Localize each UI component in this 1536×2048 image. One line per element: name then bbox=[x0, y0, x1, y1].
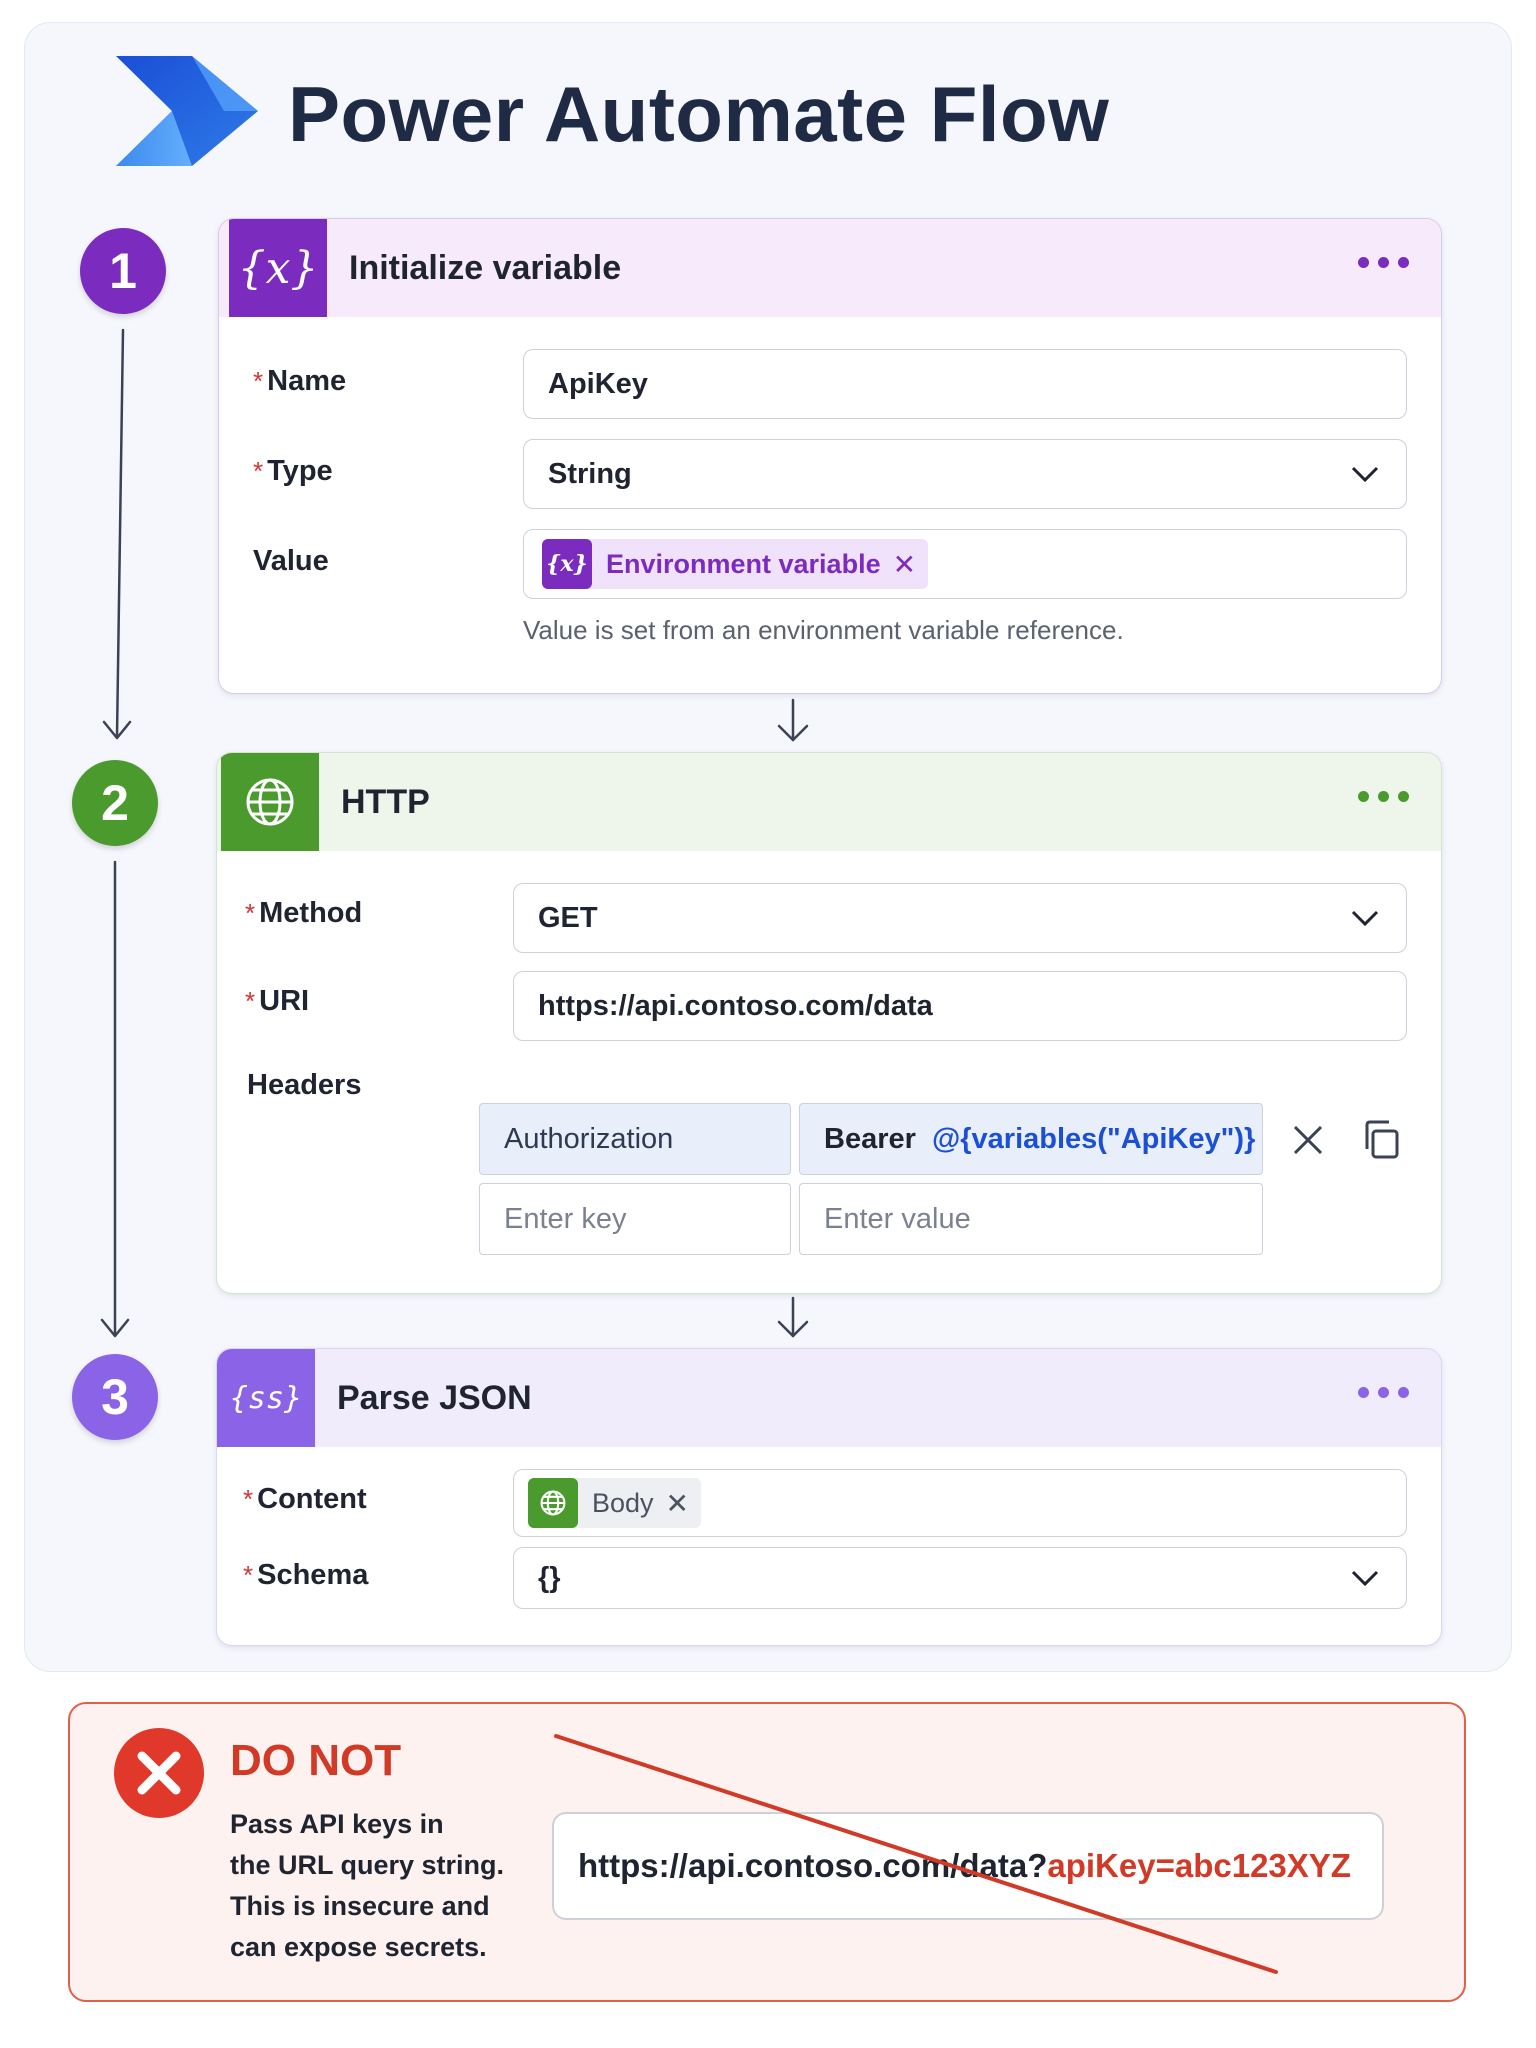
card-header[interactable]: {ss} Parse JSON bbox=[217, 1349, 1441, 1447]
header-value-cell[interactable]: Bearer @{variables("ApiKey")} bbox=[799, 1103, 1263, 1175]
step-number-1: 1 bbox=[80, 228, 166, 314]
environment-variable-token[interactable]: {x} Environment variable ✕ bbox=[542, 539, 929, 589]
step-number-3: 3 bbox=[72, 1354, 158, 1440]
header-key-input[interactable]: Enter key bbox=[479, 1183, 791, 1255]
content-label: * Content bbox=[243, 1483, 367, 1515]
copy-icon[interactable] bbox=[1361, 1119, 1401, 1161]
warning-text: Pass API keys in the URL query string. T… bbox=[230, 1809, 505, 1962]
delete-header-icon[interactable] bbox=[1291, 1123, 1325, 1157]
schema-label: * Schema bbox=[243, 1559, 369, 1591]
method-label: * Method bbox=[245, 897, 363, 929]
uri-label: * URI bbox=[245, 985, 310, 1017]
card-title: Parse JSON bbox=[337, 1378, 532, 1417]
more-options-icon[interactable] bbox=[1358, 1387, 1409, 1398]
http-card[interactable]: HTTP * Method GET * URI https://api.contos… bbox=[216, 752, 1442, 1294]
type-dropdown[interactable]: String bbox=[523, 439, 1407, 509]
chevron-down-icon bbox=[1351, 466, 1379, 483]
chevron-down-icon bbox=[1351, 1570, 1379, 1587]
type-label: * Type bbox=[253, 455, 333, 487]
header-key-cell[interactable]: Authorization bbox=[479, 1103, 791, 1175]
method-dropdown[interactable]: GET bbox=[513, 883, 1407, 953]
headers-label: Headers bbox=[247, 1069, 362, 1101]
parse-json-icon: {ss} bbox=[217, 1349, 315, 1447]
app-title: Power Automate Flow bbox=[288, 70, 1110, 158]
card-header[interactable]: {x} Initialize variable bbox=[219, 219, 1441, 317]
warning-box: DO NOT Pass API keys in the URL query st… bbox=[68, 1702, 1466, 2002]
more-options-icon[interactable] bbox=[1358, 257, 1409, 268]
warning-title: DO NOT bbox=[230, 1736, 402, 1785]
name-field[interactable]: ApiKey bbox=[523, 349, 1407, 419]
uri-field[interactable]: https://api.contoso.com/data bbox=[513, 971, 1407, 1041]
card-header[interactable]: HTTP bbox=[217, 753, 1441, 851]
chevron-down-icon bbox=[1351, 910, 1379, 927]
value-hint: Value is set from an environment variabl… bbox=[523, 615, 1124, 645]
card-title: Initialize variable bbox=[349, 248, 622, 287]
variable-icon: {x} bbox=[542, 539, 592, 589]
step-number-2: 2 bbox=[72, 760, 158, 846]
value-field[interactable]: {x} Environment variable ✕ bbox=[523, 529, 1407, 599]
body-token[interactable]: Body ✕ bbox=[528, 1478, 702, 1528]
expression-token: @{variables("ApiKey")} bbox=[931, 1122, 1256, 1155]
power-automate-logo bbox=[116, 56, 258, 166]
remove-token-icon[interactable]: ✕ bbox=[893, 548, 916, 581]
content-field[interactable]: Body ✕ bbox=[513, 1469, 1407, 1537]
globe-icon bbox=[221, 753, 319, 851]
variable-icon: {x} bbox=[229, 219, 327, 317]
value-label: Value bbox=[253, 545, 329, 577]
initialize-variable-card[interactable]: {x} Initialize variable * Name ApiKey * Ty… bbox=[218, 218, 1442, 694]
more-options-icon[interactable] bbox=[1358, 791, 1409, 802]
header-value-input[interactable]: Enter value bbox=[799, 1183, 1263, 1255]
insecure-url-example: https://api.contoso.com/data? apiKey=abc1… bbox=[552, 1812, 1384, 1920]
name-label: * Name bbox=[253, 365, 347, 397]
globe-icon bbox=[528, 1478, 578, 1528]
schema-dropdown[interactable]: {} bbox=[513, 1547, 1407, 1609]
card-title: HTTP bbox=[341, 782, 430, 821]
error-x-icon bbox=[114, 1728, 204, 1818]
parse-json-card[interactable]: {ss} Parse JSON * Content Body ✕ * Schema … bbox=[216, 1348, 1442, 1646]
remove-token-icon[interactable]: ✕ bbox=[666, 1487, 689, 1520]
